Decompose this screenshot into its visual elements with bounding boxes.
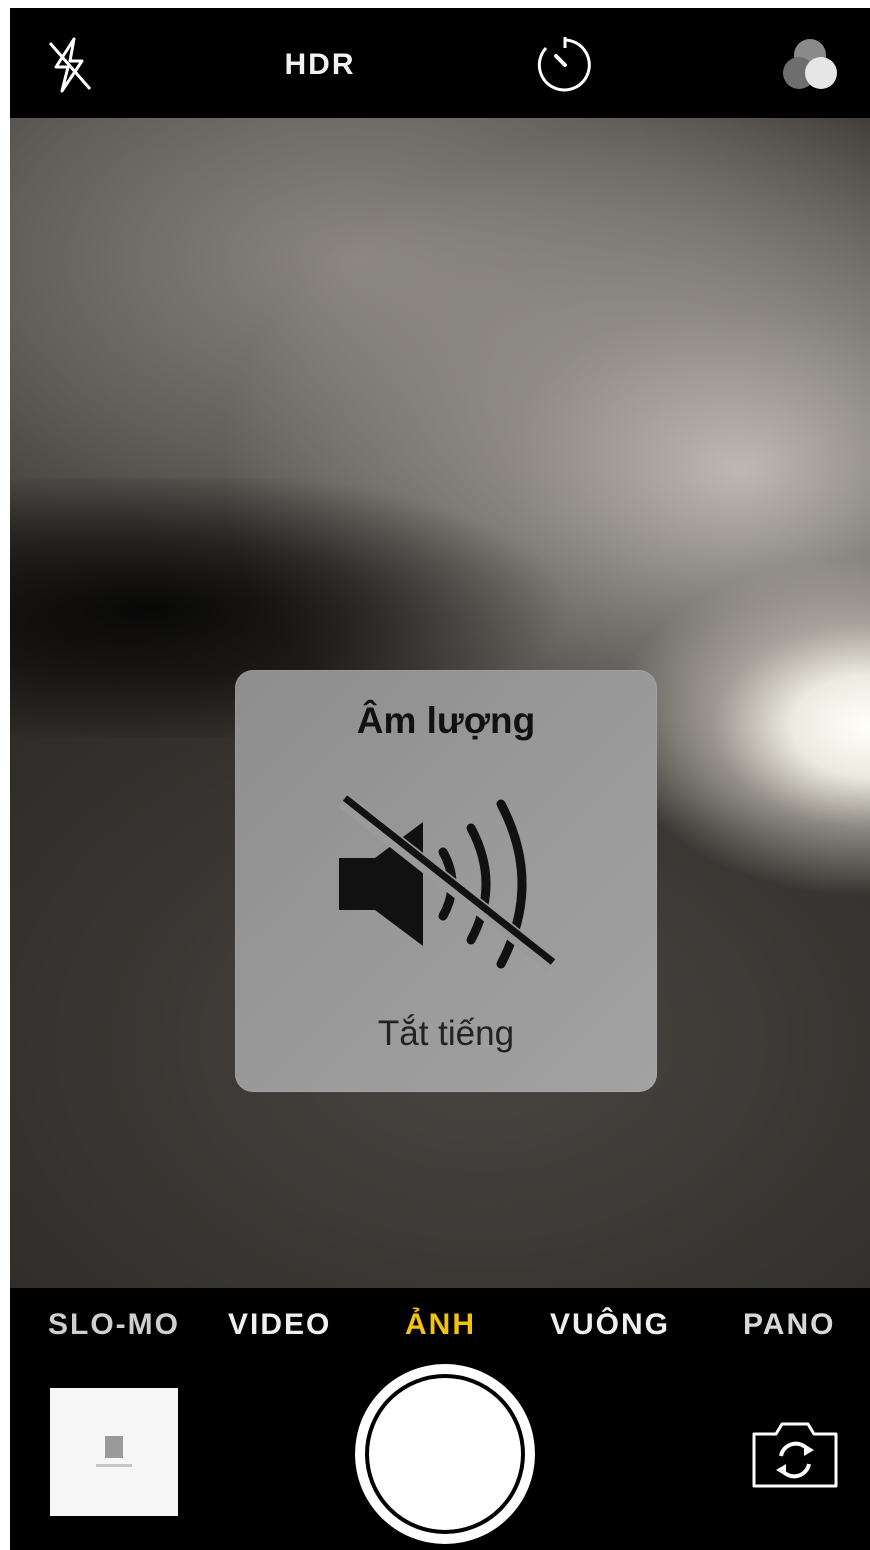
timer-button[interactable] <box>530 33 600 97</box>
viewfinder[interactable]: Âm lượng Tắt tiếng <box>10 118 870 1288</box>
volume-hud-title: Âm lượng <box>356 700 536 741</box>
flash-button[interactable] <box>34 33 104 97</box>
filters-icon <box>783 39 837 89</box>
thumbnail-caption <box>96 1464 132 1467</box>
mode-pano[interactable]: PANO <box>743 1308 835 1342</box>
hdr-button[interactable]: HDR <box>270 33 370 97</box>
timer-icon <box>537 37 591 92</box>
last-photo-thumbnail[interactable] <box>50 1388 178 1516</box>
flip-camera-icon <box>752 1422 838 1488</box>
mode-selector: SLO-MO VIDEO ẢNH VUÔNG PANO <box>10 1288 870 1368</box>
capture-controls <box>10 1364 870 1550</box>
camera-app: HDR Âm lượng Tắt tiếng SLO-MO VIDEO ẢNH … <box>10 8 870 1550</box>
thumbnail-image <box>105 1436 123 1458</box>
shutter-ring <box>365 1374 525 1534</box>
volume-hud: Âm lượng Tắt tiếng <box>235 670 657 1092</box>
top-bar: HDR <box>10 8 870 118</box>
volume-hud-status: Tắt tiếng <box>377 1014 515 1053</box>
mode-slo-mo[interactable]: SLO-MO <box>48 1308 180 1342</box>
flash-off-icon <box>48 37 92 93</box>
mode-square[interactable]: VUÔNG <box>550 1308 670 1342</box>
shutter-button[interactable] <box>355 1364 535 1544</box>
mode-video[interactable]: VIDEO <box>228 1308 331 1342</box>
flip-camera-button[interactable] <box>748 1416 842 1492</box>
speaker-muted-icon <box>338 793 556 971</box>
mode-photo[interactable]: ẢNH <box>405 1308 476 1342</box>
filters-button[interactable] <box>770 33 850 97</box>
hdr-label: HDR <box>284 48 356 81</box>
